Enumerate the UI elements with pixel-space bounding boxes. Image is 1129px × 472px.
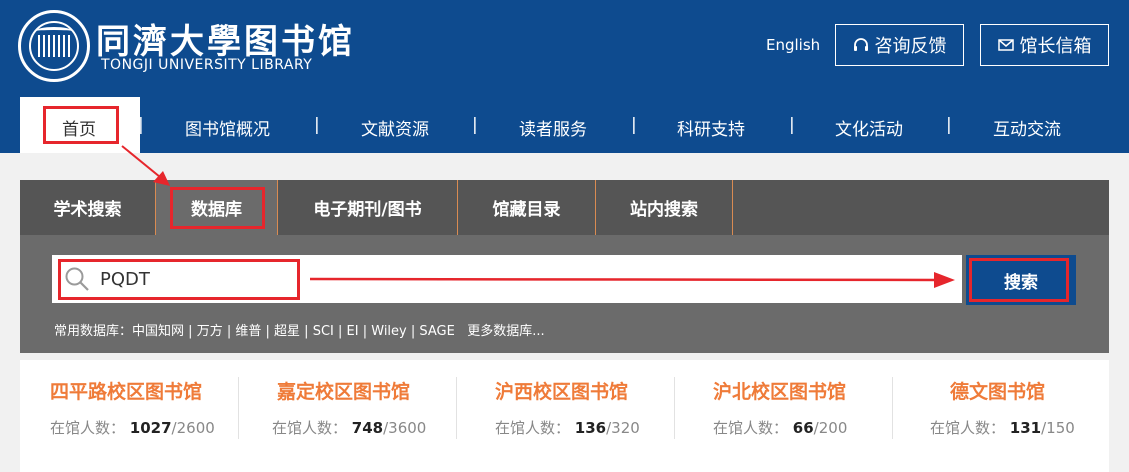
database-link-sci[interactable]: SCI [313, 324, 334, 339]
nav-separator: | [631, 115, 637, 135]
nav-separator: | [314, 115, 320, 135]
tab-academic-search[interactable]: 学术搜索 [20, 180, 156, 235]
database-link-wanfang[interactable]: 万方 [197, 324, 223, 339]
tab-ejournals-books[interactable]: 电子期刊/图书 [278, 180, 458, 235]
database-link-ei[interactable]: EI [347, 324, 359, 339]
tab-site-search[interactable]: 站内搜索 [596, 180, 733, 235]
more-databases-link[interactable]: 更多数据库... [467, 324, 544, 339]
headset-icon [853, 38, 868, 51]
tab-catalog[interactable]: 馆藏目录 [458, 180, 596, 235]
library-name[interactable]: 四平路校区图书馆 [50, 377, 202, 404]
annotation-box-search-input [58, 259, 300, 300]
annotation-box-home [43, 106, 119, 144]
database-link-sage[interactable]: SAGE [419, 324, 454, 339]
envelope-icon [997, 39, 1014, 51]
library-stat[interactable]: 沪西校区图书馆 在馆人数： 136/320 [456, 360, 673, 472]
database-link-chaoxing[interactable]: 超星 [274, 324, 300, 339]
library-name[interactable]: 德文图书馆 [950, 377, 1045, 404]
consult-feedback-button[interactable]: 咨询反馈 [835, 24, 964, 66]
university-seal-logo[interactable] [18, 10, 90, 82]
library-name[interactable]: 沪北校区图书馆 [713, 377, 846, 404]
nav-separator: | [789, 115, 795, 135]
nav-separator: | [472, 115, 478, 135]
database-link-vip[interactable]: 维普 [235, 324, 261, 339]
logo-chinese-title[interactable]: 同濟大學图书馆 [96, 14, 355, 63]
logo-english-title[interactable]: TONGJI UNIVERSITY LIBRARY [101, 57, 312, 73]
annotation-box-database-tab [170, 187, 265, 229]
nav-item-resources[interactable]: 文献资源 [361, 115, 429, 140]
english-link[interactable]: English [766, 36, 820, 54]
director-mailbox-button[interactable]: 馆长信箱 [980, 24, 1109, 66]
common-databases-label: 常用数据库： [54, 324, 133, 339]
nav-separator: | [946, 115, 952, 135]
director-mailbox-label: 馆长信箱 [1019, 36, 1092, 57]
consult-feedback-label: 咨询反馈 [874, 36, 947, 57]
library-stat[interactable]: 沪北校区图书馆 在馆人数： 66/200 [674, 360, 891, 472]
database-link-wiley[interactable]: Wiley [371, 324, 406, 339]
occupancy-count: 在馆人数： 66/200 [713, 419, 848, 437]
occupancy-count: 在馆人数： 748/3600 [272, 419, 427, 437]
library-name[interactable]: 沪西校区图书馆 [495, 377, 628, 404]
nav-item-research-support[interactable]: 科研支持 [677, 115, 745, 140]
database-link-cnki[interactable]: 中国知网 [132, 324, 184, 339]
library-name[interactable]: 嘉定校区图书馆 [277, 377, 410, 404]
nav-item-overview[interactable]: 图书馆概况 [185, 115, 270, 140]
occupancy-count: 在馆人数： 1027/2600 [50, 419, 215, 437]
common-databases: 常用数据库：中国知网 | 万方 | 维普 | 超星 | SCI | EI | W… [54, 324, 545, 339]
library-stat[interactable]: 嘉定校区图书馆 在馆人数： 748/3600 [238, 360, 455, 472]
nav-separator: | [138, 115, 144, 135]
annotation-box-search-button [969, 258, 1069, 302]
library-stat[interactable]: 四平路校区图书馆 在馆人数： 1027/2600 [20, 360, 237, 472]
occupancy-count: 在馆人数： 131/150 [930, 419, 1075, 437]
nav-item-reader-services[interactable]: 读者服务 [519, 115, 587, 140]
library-stat[interactable]: 德文图书馆 在馆人数： 131/150 [892, 360, 1109, 472]
nav-item-cultural-events[interactable]: 文化活动 [835, 115, 903, 140]
nav-item-interaction[interactable]: 互动交流 [993, 115, 1061, 140]
occupancy-count: 在馆人数： 136/320 [495, 419, 640, 437]
